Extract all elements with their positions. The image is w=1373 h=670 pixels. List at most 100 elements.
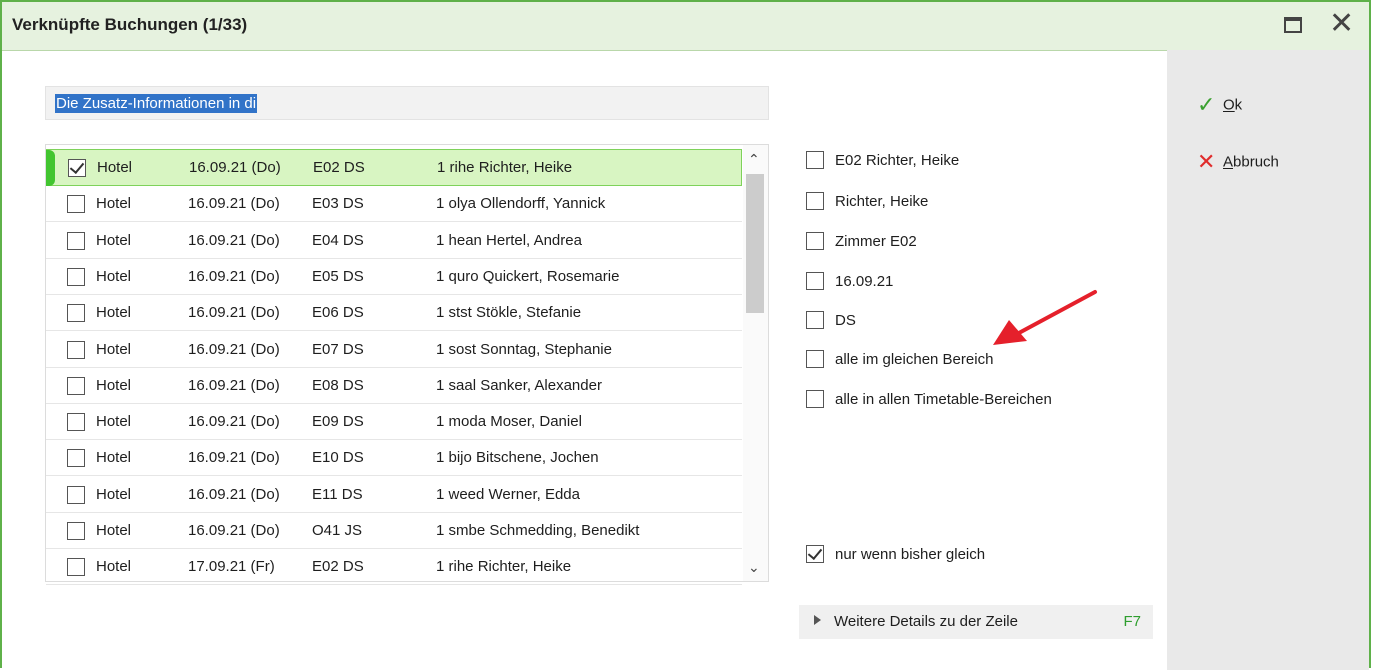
cell-guest: 1 quro Quickert, Rosemarie — [436, 267, 620, 285]
row-checkbox[interactable] — [67, 376, 85, 395]
cell-date: 16.09.21 (Do) — [188, 304, 280, 322]
option-only-if-same-checkbox[interactable] — [806, 545, 824, 563]
x-icon: ✕ — [1197, 149, 1216, 174]
cancel-label: bbruch — [1233, 153, 1279, 171]
booking-list[interactable]: Hotel 17.09.21 (Fr) E02 DS 1 rihe Richter, … — [45, 144, 769, 586]
cell-date: 16.09.21 (Do) — [188, 485, 280, 503]
option-all-areas-checkbox[interactable] — [806, 390, 824, 408]
dialog-window: Verknüpfte Buchungen (1/33) ✕ Die Zusatz… — [0, 0, 1371, 670]
cell-guest: 1 hean Hertel, Andrea — [436, 231, 582, 249]
option-same-area-label: alle im gleichen Bereich — [835, 351, 994, 368]
option-room-checkbox[interactable] — [806, 232, 824, 250]
cell-date: 16.09.21 (Do) — [188, 195, 280, 213]
cell-date: 16.09.21 (Do) — [188, 376, 280, 394]
option-guest-checkbox[interactable] — [806, 192, 824, 210]
cell-guest: 1 weed Werner, Edda — [436, 485, 580, 503]
table-row[interactable]: Hotel 17.09.21 (Fr) E02 DS 1 rihe Richter, … — [46, 549, 742, 586]
table-row[interactable]: Hotel 16.09.21 (Do) E02 DS 1 rihe Richter, … — [46, 149, 742, 186]
table-row[interactable]: Hotel 16.09.21 (Do) O41 JS 1 smbe Schmeddin… — [46, 513, 742, 549]
row-checkbox[interactable] — [67, 522, 85, 540]
table-row[interactable]: Hotel 16.09.21 (Do) E09 DS 1 moda Moser, Da… — [46, 404, 742, 441]
shortcut-key: F7 — [1123, 613, 1141, 630]
info-text-field[interactable]: Die Zusatz-Informationen in di — [45, 86, 769, 120]
cell-type: Hotel — [96, 413, 132, 431]
cell-type: Hotel — [96, 340, 132, 358]
cell-guest: 1 olya Ollendorff, Yannick — [436, 195, 606, 213]
close-icon: ✕ — [1329, 6, 1355, 41]
table-row[interactable]: Hotel 16.09.21 (Do) E06 DS 1 stst Stökle, S… — [46, 295, 742, 332]
option-room-guest-label: E02 Richter, Heike — [835, 152, 960, 169]
option-date-label: 16.09.21 — [835, 273, 894, 290]
cell-type: Hotel — [96, 267, 132, 285]
cell-date: 16.09.21 (Do) — [188, 340, 280, 358]
cell-room: E08 DS — [312, 376, 364, 394]
cell-date: 16.09.21 (Do) — [189, 159, 281, 176]
table-row[interactable]: Hotel 16.09.21 (Do) E11 DS 1 weed Werner, E… — [46, 477, 742, 513]
option-room-label: Zimmer E02 — [835, 233, 917, 250]
cell-type: Hotel — [96, 231, 132, 249]
option-date-checkbox[interactable] — [806, 272, 824, 290]
cell-type: Hotel — [96, 304, 132, 322]
cell-type: Hotel — [97, 159, 133, 176]
row-checkbox[interactable] — [67, 340, 85, 359]
cell-guest: 1 stst Stökle, Stefanie — [436, 304, 582, 322]
cell-room: E07 DS — [312, 340, 364, 358]
title-bar: Verknüpfte Buchungen (1/33) ✕ — [2, 2, 1369, 51]
cell-guest: 1 moda Moser, Daniel — [436, 413, 582, 431]
maximize-button[interactable] — [1279, 12, 1309, 40]
cell-date: 16.09.21 (Do) — [188, 449, 280, 467]
table-row[interactable]: Hotel 16.09.21 (Do) E10 DS 1 bijo Bitschene… — [46, 440, 742, 477]
cell-room: O41 JS — [312, 522, 363, 539]
cell-type: Hotel — [96, 376, 132, 394]
ok-accelerator: O — [1223, 96, 1235, 114]
cell-room: E09 DS — [312, 413, 364, 431]
table-row[interactable]: Hotel 16.09.21 (Do) E03 DS 1 olya Ollendorf… — [46, 186, 742, 223]
cell-guest: 1 saal Sanker, Alexander — [436, 376, 602, 394]
table-row[interactable]: Hotel 16.09.21 (Do) E04 DS 1 hean Hertel, A… — [46, 223, 742, 259]
row-checkbox[interactable] — [67, 231, 85, 250]
maximize-icon — [1284, 17, 1302, 33]
checkmark-icon: ✓ — [1197, 92, 1216, 117]
expand-triangle-icon — [814, 615, 821, 625]
cell-guest: 1 rihe Richter, Heike — [437, 159, 573, 176]
cell-date: 16.09.21 (Do) — [188, 413, 280, 431]
cell-room: E03 DS — [312, 195, 364, 213]
cell-date: 17.09.21 (Fr) — [188, 558, 275, 576]
cell-type: Hotel — [96, 558, 132, 576]
table-row[interactable]: Hotel 16.09.21 (Do) E08 DS 1 saal Sanker, A… — [46, 368, 742, 404]
option-same-area-checkbox[interactable] — [806, 350, 824, 368]
cell-room: E11 DS — [312, 485, 363, 503]
scroll-down-icon[interactable]: ⌄ — [748, 559, 760, 576]
option-category-label: DS — [835, 312, 856, 329]
cell-room: E04 DS — [312, 231, 364, 249]
row-checkbox[interactable] — [67, 304, 85, 323]
cell-room: E02 DS — [313, 159, 365, 176]
row-checkbox[interactable] — [67, 485, 85, 504]
list-scrollbar[interactable]: ⌃ ⌄ — [743, 145, 768, 581]
row-checkbox[interactable] — [67, 195, 85, 214]
scroll-up-icon[interactable]: ⌃ — [748, 151, 760, 168]
option-only-if-same-label: nur wenn bisher gleich — [835, 546, 986, 563]
ok-button[interactable]: ✓ Ok — [1197, 92, 1242, 118]
row-checkbox[interactable] — [67, 267, 85, 286]
ok-label: k — [1234, 96, 1243, 114]
row-checkbox[interactable] — [68, 159, 86, 177]
table-row[interactable]: Hotel 16.09.21 (Do) E07 DS 1 sost Sonntag, … — [46, 332, 742, 368]
cell-date: 16.09.21 (Do) — [188, 231, 280, 249]
action-sidebar: ✓ Ok ✕ Abbruch — [1167, 50, 1369, 670]
more-details-toggle[interactable]: Weitere Details zu der Zeile F7 — [799, 605, 1153, 639]
cancel-button[interactable]: ✕ Abbruch — [1197, 149, 1279, 175]
row-checkbox[interactable] — [67, 558, 85, 577]
more-details-label: Weitere Details zu der Zeile — [834, 613, 1018, 630]
cell-type: Hotel — [96, 449, 132, 467]
cell-room: E06 DS — [312, 304, 364, 322]
option-room-guest-checkbox[interactable] — [806, 151, 824, 169]
row-checkbox[interactable] — [67, 413, 85, 432]
row-marker — [46, 150, 55, 186]
scrollbar-thumb[interactable] — [746, 174, 764, 313]
row-checkbox[interactable] — [67, 449, 85, 468]
window-title: Verknüpfte Buchungen (1/33) — [12, 15, 248, 34]
option-category-checkbox[interactable] — [806, 311, 824, 329]
close-button[interactable]: ✕ — [1325, 6, 1355, 41]
table-row[interactable]: Hotel 16.09.21 (Do) E05 DS 1 quro Quickert,… — [46, 259, 742, 295]
